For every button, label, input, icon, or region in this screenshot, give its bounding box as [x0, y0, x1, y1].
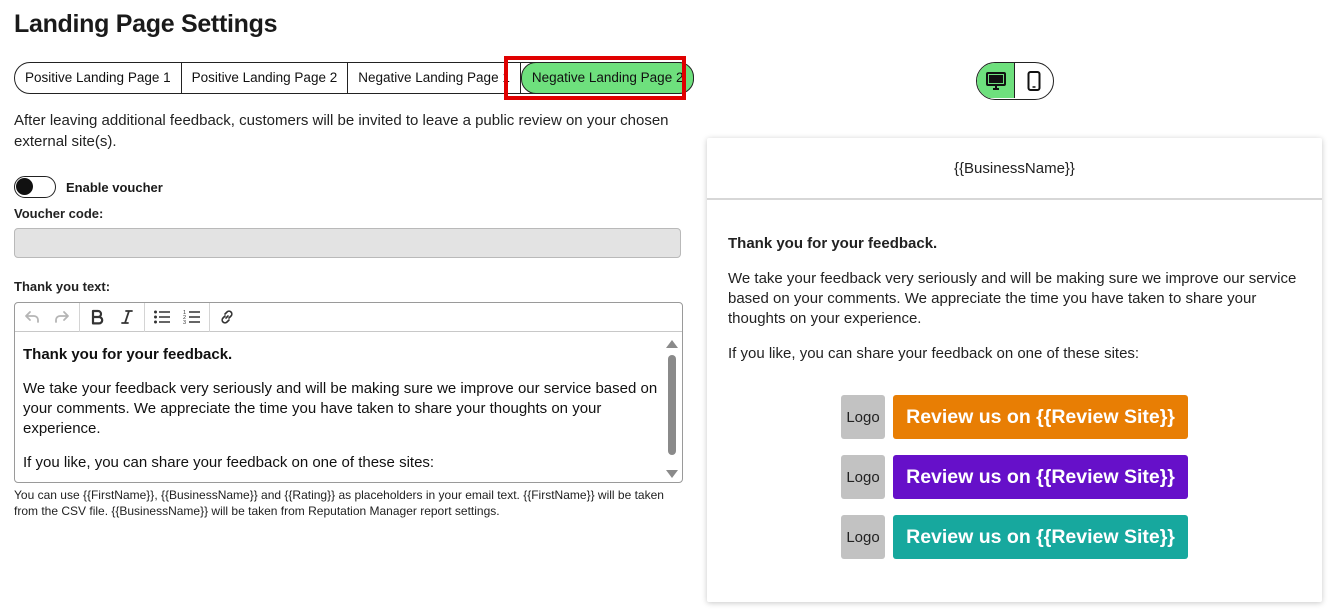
history-group	[15, 303, 80, 332]
editor-scrollbar[interactable]	[666, 338, 678, 480]
enable-voucher-toggle[interactable]	[14, 176, 56, 198]
enable-voucher-label: Enable voucher	[66, 179, 163, 195]
undo-icon[interactable]	[17, 303, 47, 332]
tab-positive-landing-page-2[interactable]: Positive Landing Page 2	[182, 63, 349, 93]
bullet-list-icon[interactable]	[147, 303, 177, 332]
redo-icon[interactable]	[47, 303, 77, 332]
editor-paragraph-2: If you like, you can share your feedback…	[23, 454, 435, 471]
review-row: Logo Review us on {{Review Site}}	[841, 395, 1188, 439]
toggle-knob	[16, 178, 33, 195]
review-site-button[interactable]: Review us on {{Review Site}}	[893, 515, 1188, 559]
voucher-code-label: Voucher code:	[14, 206, 104, 221]
svg-text:3: 3	[183, 320, 186, 325]
thank-you-editor: 123 Thank you for your feedback. We take…	[14, 302, 683, 483]
numbered-list-icon[interactable]: 123	[177, 303, 207, 332]
review-site-logo: Logo	[841, 515, 885, 559]
preview-paragraph-1: We take your feedback very seriously and…	[728, 270, 1297, 327]
scroll-thumb[interactable]	[668, 355, 676, 455]
review-row: Logo Review us on {{Review Site}}	[841, 515, 1188, 559]
editor-heading: Thank you for your feedback.	[23, 346, 233, 363]
voucher-toggle-row: Enable voucher	[14, 176, 163, 198]
landing-page-preview: {{BusinessName}} Thank you for your feed…	[707, 138, 1322, 602]
desktop-preview-button[interactable]	[977, 63, 1015, 98]
desktop-icon	[985, 71, 1006, 90]
intro-text: After leaving additional feedback, custo…	[14, 112, 669, 150]
editor-paragraph-1: We take your feedback very seriously and…	[23, 380, 658, 437]
preview-header: {{BusinessName}}	[707, 138, 1322, 200]
scroll-up-arrow-icon[interactable]	[666, 340, 678, 348]
preview-business-name: {{BusinessName}}	[954, 159, 1075, 177]
preview-paragraph-2: If you like, you can share your feedback…	[728, 345, 1140, 362]
italic-icon[interactable]	[112, 303, 142, 332]
review-site-button[interactable]: Review us on {{Review Site}}	[893, 455, 1188, 499]
review-site-logo: Logo	[841, 395, 885, 439]
mobile-icon	[1027, 70, 1041, 91]
placeholder-hint: You can use {{FirstName}}, {{BusinessNam…	[14, 488, 664, 518]
tab-positive-landing-page-1[interactable]: Positive Landing Page 1	[15, 63, 182, 93]
link-group	[210, 303, 244, 332]
preview-body: Thank you for your feedback. We take you…	[707, 200, 1322, 364]
editor-toolbar: 123	[15, 303, 682, 332]
link-icon[interactable]	[212, 303, 242, 332]
voucher-code-input[interactable]	[14, 228, 681, 258]
review-site-list: Logo Review us on {{Review Site}} Logo R…	[841, 395, 1188, 575]
scroll-down-arrow-icon[interactable]	[666, 470, 678, 478]
tab-negative-landing-page-2[interactable]: Negative Landing Page 2	[520, 62, 695, 94]
thank-you-text-label: Thank you text:	[14, 279, 111, 294]
editor-content[interactable]: Thank you for your feedback. We take you…	[23, 345, 663, 482]
device-preview-toggle	[976, 62, 1054, 100]
preview-heading: Thank you for your feedback.	[728, 235, 938, 252]
review-row: Logo Review us on {{Review Site}}	[841, 455, 1188, 499]
review-site-logo: Logo	[841, 455, 885, 499]
tab-negative-landing-page-1[interactable]: Negative Landing Page 1	[348, 63, 521, 93]
landing-page-tabs: Positive Landing Page 1 Positive Landing…	[14, 62, 695, 94]
review-site-button[interactable]: Review us on {{Review Site}}	[893, 395, 1188, 439]
format-group	[80, 303, 145, 332]
mobile-preview-button[interactable]	[1015, 63, 1053, 98]
page-title: Landing Page Settings	[14, 10, 278, 38]
list-group: 123	[145, 303, 210, 332]
bold-icon[interactable]	[82, 303, 112, 332]
